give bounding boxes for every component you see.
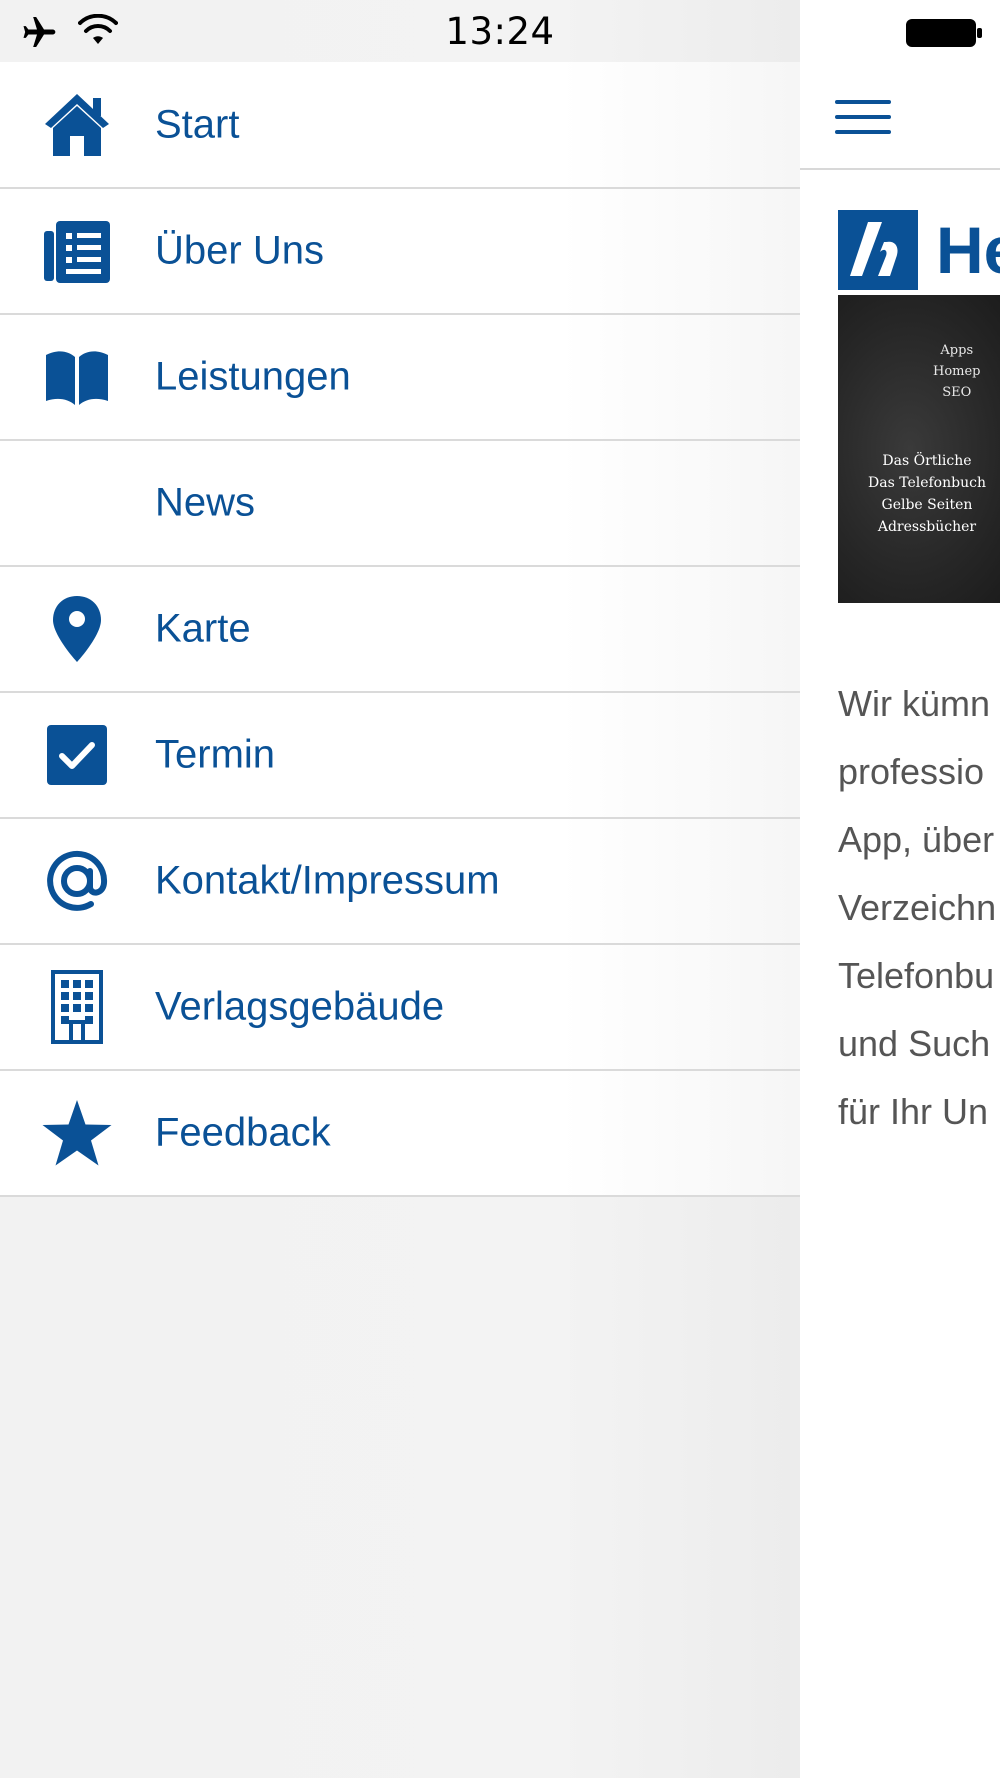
menu-label-termin: Termin <box>155 732 276 777</box>
banner-top-text: Apps Homep SEO <box>933 340 981 403</box>
battery-icon <box>906 19 982 47</box>
star-icon <box>36 1092 118 1174</box>
intro-line: Wir kümn <box>838 683 990 724</box>
menu-list: Start Über Uns Leistungen News Karte Ter… <box>0 62 800 1197</box>
menu-item-feedback[interactable]: Feedback <box>0 1071 800 1197</box>
building-icon <box>36 966 118 1048</box>
menu-label-verlagsgebaeude: Verlagsgebäude <box>155 984 445 1029</box>
main-content: He Apps Homep SEO Das Örtliche Das Telef… <box>800 0 1000 1778</box>
book-icon <box>36 336 118 418</box>
intro-text: Wir kümn professio App, über Verzeichn T… <box>838 670 1000 1146</box>
intro-line: Telefonbu <box>838 955 995 996</box>
checkbox-icon <box>36 714 118 796</box>
menu-label-ueber-uns: Über Uns <box>155 228 324 273</box>
company-logo: He <box>838 210 1000 290</box>
intro-line: und Such <box>838 1023 991 1064</box>
menu-label-kontakt: Kontakt/Impressum <box>155 858 500 903</box>
menu-label-start: Start <box>155 102 240 146</box>
side-drawer: Start Über Uns Leistungen News Karte Ter… <box>0 0 800 1778</box>
banner-line: SEO <box>942 385 972 400</box>
menu-item-verlagsgebaeude[interactable]: Verlagsgebäude <box>0 945 800 1071</box>
main-header <box>800 62 1000 170</box>
banner-line: Homep <box>933 364 981 379</box>
logo-text: He <box>936 213 1000 287</box>
hamburger-menu-icon[interactable] <box>835 100 891 134</box>
banner-line: Das Örtliche <box>882 453 972 469</box>
at-sign-icon <box>36 840 118 922</box>
intro-line: App, über <box>838 819 995 860</box>
intro-line: professio <box>838 751 985 792</box>
banner-line: Das Telefonbuch <box>868 475 986 491</box>
newspaper-icon <box>36 210 118 292</box>
menu-label-karte: Karte <box>155 606 251 651</box>
banner-line: Gelbe Seiten <box>881 497 973 513</box>
menu-item-ueber-uns[interactable]: Über Uns <box>0 189 800 315</box>
home-icon <box>36 84 118 166</box>
intro-line: für Ihr Un <box>838 1091 989 1132</box>
menu-item-karte[interactable]: Karte <box>0 567 800 693</box>
banner-bottom-text: Das Örtliche Das Telefonbuch Gelbe Seite… <box>868 450 986 538</box>
banner-line: Adressbücher <box>877 519 977 535</box>
map-pin-icon <box>36 588 118 670</box>
status-bar: 13:24 <box>0 0 1000 62</box>
menu-label-leistungen: Leistungen <box>155 354 351 399</box>
logo-mark-icon <box>838 210 918 290</box>
menu-label-feedback: Feedback <box>155 1110 331 1155</box>
status-time: 13:24 <box>445 10 555 53</box>
banner-line: Apps <box>940 343 974 358</box>
menu-item-news[interactable]: News <box>0 441 800 567</box>
menu-item-start[interactable]: Start <box>0 62 800 189</box>
menu-item-termin[interactable]: Termin <box>0 693 800 819</box>
intro-line: Verzeichn <box>838 887 997 928</box>
menu-label-news: News <box>155 480 256 525</box>
menu-item-leistungen[interactable]: Leistungen <box>0 315 800 441</box>
banner-image: Apps Homep SEO Das Örtliche Das Telefonb… <box>838 295 1000 603</box>
menu-item-kontakt[interactable]: Kontakt/Impressum <box>0 819 800 945</box>
